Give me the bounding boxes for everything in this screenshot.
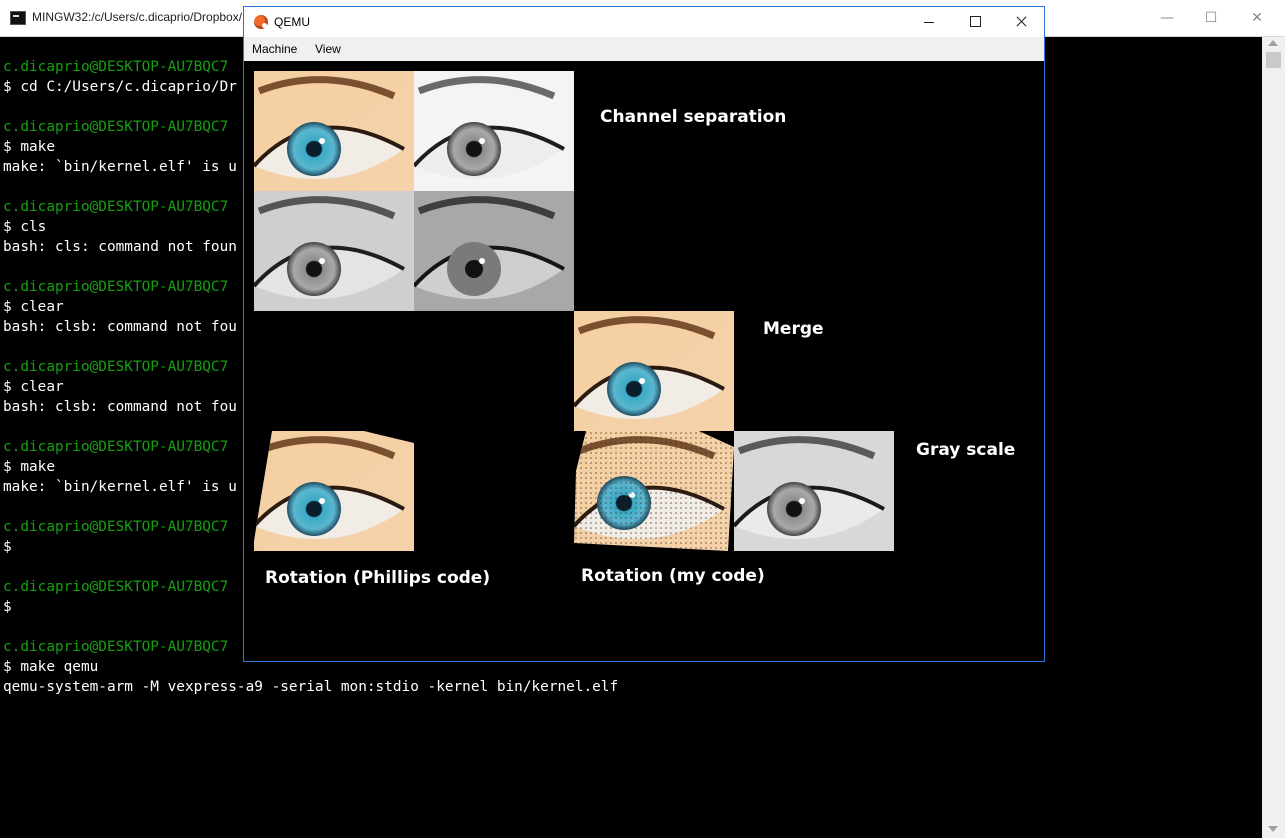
eye-image-blue-channel (414, 191, 574, 311)
eye-image-red-channel (414, 71, 574, 191)
terminal-minimize-button[interactable]: — (1152, 8, 1182, 28)
qemu-logo-icon (254, 15, 268, 29)
terminal-output-line: qemu-system-arm -M vexpress-a9 -serial m… (3, 679, 619, 695)
terminal-scrollbar[interactable] (1262, 37, 1285, 838)
scrollbar-thumb[interactable] (1266, 52, 1281, 68)
scroll-up-arrow-icon[interactable] (1268, 40, 1278, 46)
eye-image-merged (574, 311, 734, 431)
qemu-maximize-button[interactable] (952, 7, 998, 37)
eye-image-rotated-phillips (254, 431, 414, 551)
qemu-window: QEMU Machine View Channel separation Mer… (243, 6, 1045, 662)
menu-view[interactable]: View (315, 42, 341, 56)
qemu-titlebar[interactable]: QEMU (244, 7, 1044, 37)
qemu-display[interactable]: Channel separation Merge Rotation (Phill… (244, 61, 1044, 661)
qemu-title: QEMU (274, 15, 310, 29)
caption-rotation-phillips: Rotation (Phillips code) (265, 568, 491, 588)
caption-rotation-mine: Rotation (my code) (581, 566, 765, 586)
terminal-close-button[interactable]: ✕ (1242, 8, 1272, 28)
terminal-title: MINGW32:/c/Users/c.dicaprio/Dropbox/ (32, 10, 243, 24)
terminal-maximize-button[interactable]: ☐ (1196, 8, 1226, 28)
eye-image-rotated-mine (574, 431, 734, 551)
eye-image-original (254, 71, 414, 191)
eye-image-grayscale (734, 431, 894, 551)
caption-merge: Merge (763, 319, 824, 339)
scroll-down-arrow-icon[interactable] (1268, 826, 1278, 832)
qemu-minimize-button[interactable] (906, 7, 952, 37)
caption-gray-scale: Gray scale (916, 440, 1016, 460)
qemu-close-button[interactable] (998, 7, 1044, 37)
qemu-menubar: Machine View (244, 37, 1044, 61)
eye-image-green-channel (254, 191, 414, 311)
menu-machine[interactable]: Machine (252, 42, 297, 56)
caption-channel-separation: Channel separation (600, 107, 787, 127)
terminal-icon (10, 11, 26, 25)
